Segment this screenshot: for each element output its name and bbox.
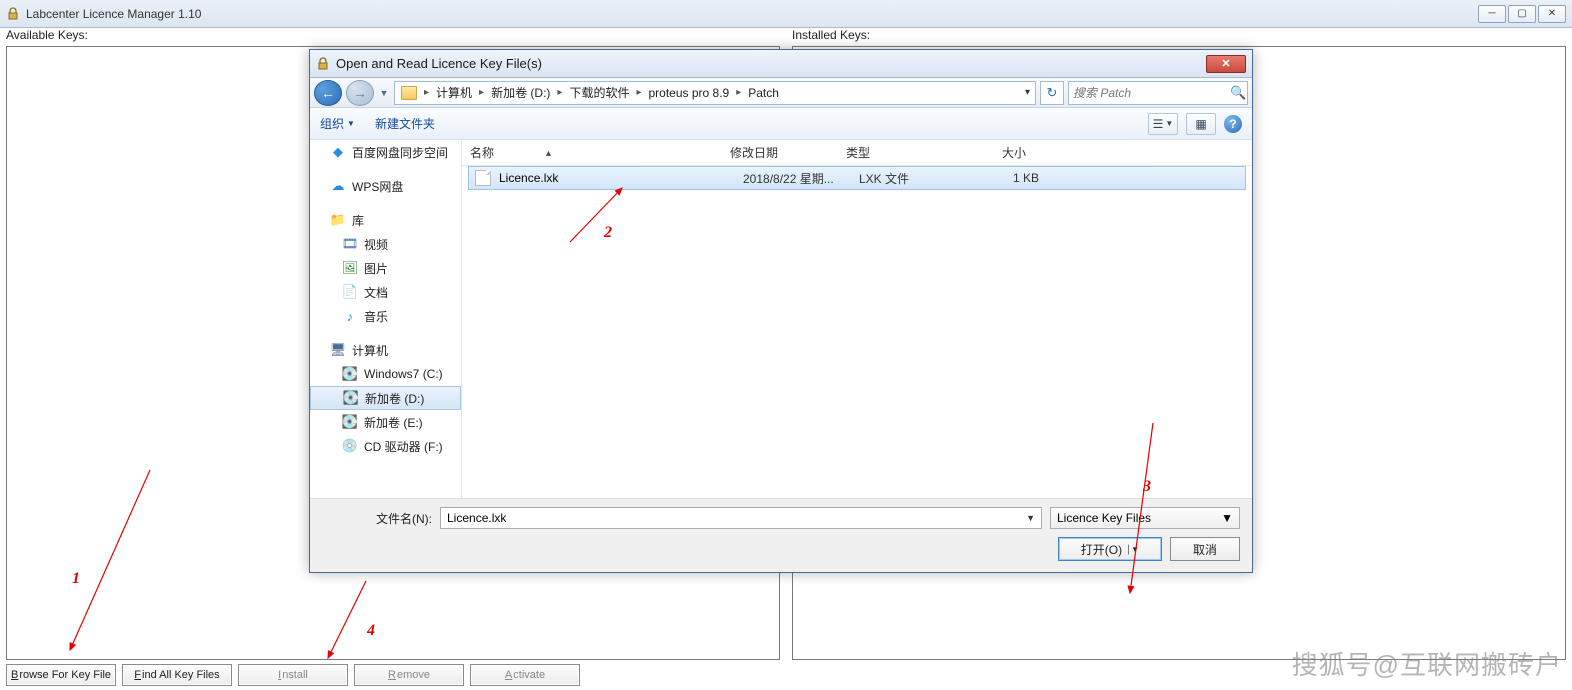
- organize-button[interactable]: 组织▼: [320, 115, 355, 132]
- activate-button[interactable]: Activate: [470, 664, 580, 686]
- folder-icon: [401, 86, 417, 100]
- tree-icon: 📁: [330, 212, 346, 228]
- lock-icon: [316, 57, 330, 71]
- tree-item[interactable]: 🎞视频: [310, 232, 461, 256]
- breadcrumb-seg[interactable]: 计算机: [432, 82, 476, 104]
- refresh-button[interactable]: ↻: [1040, 81, 1064, 105]
- install-button[interactable]: Install: [238, 664, 348, 686]
- file-icon: [475, 170, 491, 186]
- tree-icon: 💽: [342, 414, 358, 430]
- main-titlebar: Labcenter Licence Manager 1.10 ─ ▢ ✕: [0, 0, 1572, 28]
- nav-history-dropdown[interactable]: ▼: [378, 81, 390, 105]
- installed-keys-label: Installed Keys:: [786, 28, 1572, 46]
- browse-button[interactable]: Browse For Key File: [6, 664, 116, 686]
- lock-icon: [6, 7, 20, 21]
- open-file-dialog: Open and Read Licence Key File(s) ✕ ← → …: [309, 49, 1253, 573]
- tree-icon: ♪: [342, 308, 358, 324]
- file-row[interactable]: Licence.lxk 2018/8/22 星期... LXK 文件 1 KB: [468, 166, 1246, 190]
- breadcrumb-seg[interactable]: proteus pro 8.9: [644, 82, 733, 104]
- tree-icon: 💽: [343, 390, 359, 406]
- tree-item[interactable]: 💽新加卷 (E:): [310, 410, 461, 434]
- annotation-2: 2: [604, 224, 612, 242]
- maximize-button[interactable]: ▢: [1508, 5, 1536, 23]
- tree-icon: 🎞: [342, 236, 358, 252]
- tree-pane[interactable]: ◆百度网盘同步空间 ☁WPS网盘 📁库🎞视频🖼图片📄文档♪音乐 🖥计算机💽Window…: [310, 140, 462, 498]
- tree-icon: 💽: [342, 366, 358, 382]
- filename-input[interactable]: Licence.lxk▼: [440, 507, 1042, 529]
- nav-back-button[interactable]: ←: [314, 80, 342, 106]
- breadcrumb-bar[interactable]: ▸ 计算机▸ 新加卷 (D:)▸ 下载的软件▸ proteus pro 8.9▸…: [394, 81, 1036, 105]
- tree-item[interactable]: 📄文档: [310, 280, 461, 304]
- tree-icon: ◆: [330, 144, 346, 160]
- tree-icon: 🖼: [342, 260, 358, 276]
- tree-item[interactable]: 🖥计算机: [310, 338, 461, 362]
- tree-icon: 🖥: [330, 342, 346, 358]
- tree-item[interactable]: 💿CD 驱动器 (F:): [310, 434, 461, 458]
- remove-button[interactable]: Remove: [354, 664, 464, 686]
- watermark: 搜狐号@互联网搬砖户: [1292, 645, 1562, 682]
- tree-item[interactable]: 📁库: [310, 208, 461, 232]
- cancel-button[interactable]: 取消: [1170, 537, 1240, 561]
- breadcrumb-seg[interactable]: Patch: [744, 82, 783, 104]
- close-button[interactable]: ✕: [1538, 5, 1566, 23]
- nav-forward-button[interactable]: →: [346, 80, 374, 106]
- tree-item[interactable]: 💽Windows7 (C:): [310, 362, 461, 386]
- tree-icon: 💿: [342, 438, 358, 454]
- tree-item[interactable]: 🖼图片: [310, 256, 461, 280]
- tree-item[interactable]: 💽新加卷 (D:): [310, 386, 461, 410]
- preview-button[interactable]: ▦: [1186, 113, 1216, 135]
- tree-item[interactable]: ◆百度网盘同步空间: [310, 140, 461, 164]
- breadcrumb-seg[interactable]: 新加卷 (D:): [487, 82, 554, 104]
- tree-item[interactable]: ♪音乐: [310, 304, 461, 328]
- find-all-button[interactable]: Find All Key Files: [122, 664, 232, 686]
- search-box[interactable]: 🔍: [1068, 81, 1248, 105]
- annotation-3: 3: [1143, 478, 1151, 496]
- dialog-close-button[interactable]: ✕: [1206, 55, 1246, 73]
- minimize-button[interactable]: ─: [1478, 5, 1506, 23]
- help-icon[interactable]: ?: [1224, 115, 1242, 133]
- file-type-filter[interactable]: Licence Key Files▼: [1050, 507, 1240, 529]
- search-input[interactable]: [1073, 86, 1230, 100]
- search-icon: 🔍: [1230, 85, 1246, 101]
- open-button[interactable]: 打开(O)│▼: [1058, 537, 1162, 561]
- dialog-title: Open and Read Licence Key File(s): [336, 56, 1206, 71]
- annotation-1: 1: [72, 570, 80, 588]
- annotation-4: 4: [367, 622, 375, 640]
- main-title: Labcenter Licence Manager 1.10: [26, 7, 1478, 21]
- view-mode-button[interactable]: ☰ ▼: [1148, 113, 1178, 135]
- filename-label: 文件名(N):: [322, 510, 432, 527]
- tree-item[interactable]: ☁WPS网盘: [310, 174, 461, 198]
- tree-icon: 📄: [342, 284, 358, 300]
- tree-icon: ☁: [330, 178, 346, 194]
- file-list-header[interactable]: 名称▲ 修改日期 类型 大小: [462, 140, 1252, 166]
- new-folder-button[interactable]: 新建文件夹: [375, 115, 435, 132]
- breadcrumb-seg[interactable]: 下载的软件: [565, 82, 633, 104]
- available-keys-label: Available Keys:: [0, 28, 786, 46]
